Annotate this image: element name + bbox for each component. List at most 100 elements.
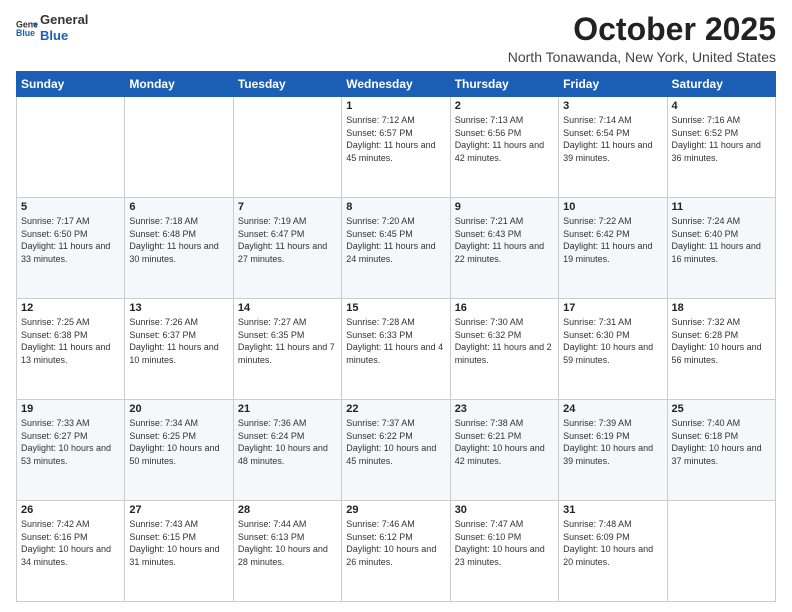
col-monday: Monday: [125, 72, 233, 97]
day-info: Sunrise: 7:24 AM Sunset: 6:40 PM Dayligh…: [672, 215, 771, 265]
day-info: Sunrise: 7:13 AM Sunset: 6:56 PM Dayligh…: [455, 114, 554, 164]
day-cell-3-7: 18 Sunrise: 7:32 AM Sunset: 6:28 PM Dayli…: [667, 299, 775, 400]
day-cell-2-7: 11 Sunrise: 7:24 AM Sunset: 6:40 PM Dayli…: [667, 198, 775, 299]
title-block: October 2025 North Tonawanda, New York, …: [508, 12, 776, 65]
day-info: Sunrise: 7:22 AM Sunset: 6:42 PM Dayligh…: [563, 215, 662, 265]
day-number: 28: [238, 504, 337, 516]
day-number: 25: [672, 403, 771, 415]
day-info: Sunrise: 7:30 AM Sunset: 6:32 PM Dayligh…: [455, 316, 554, 366]
day-cell-4-6: 24Sunrise: 7:39 AM Sunset: 6:19 PM Dayli…: [559, 400, 667, 501]
day-cell-1-5: 2Sunrise: 7:13 AM Sunset: 6:56 PM Daylig…: [450, 97, 558, 198]
col-friday: Friday: [559, 72, 667, 97]
day-number: 30: [455, 504, 554, 516]
week-row-4: 19Sunrise: 7:33 AM Sunset: 6:27 PM Dayli…: [17, 400, 776, 501]
week-row-1: 1 Sunrise: 7:12 AM Sunset: 6:57 PM Daylig…: [17, 97, 776, 198]
day-info: Sunrise: 7:17 AM Sunset: 6:50 PM Dayligh…: [21, 215, 120, 265]
day-cell-3-6: 17Sunrise: 7:31 AM Sunset: 6:30 PM Dayli…: [559, 299, 667, 400]
day-number: 17: [563, 302, 662, 314]
day-number: 22: [346, 403, 445, 415]
calendar: Sunday Monday Tuesday Wednesday Thursday…: [16, 71, 776, 602]
day-info: Sunrise: 7:36 AM Sunset: 6:24 PM Dayligh…: [238, 417, 337, 467]
day-cell-1-1: [17, 97, 125, 198]
day-cell-3-4: 15 Sunrise: 7:28 AM Sunset: 6:33 PM Dayli…: [342, 299, 450, 400]
col-thursday: Thursday: [450, 72, 558, 97]
day-cell-2-2: 6Sunrise: 7:18 AM Sunset: 6:48 PM Daylig…: [125, 198, 233, 299]
logo-general: General: [40, 12, 88, 28]
day-cell-5-3: 28Sunrise: 7:44 AM Sunset: 6:13 PM Dayli…: [233, 501, 341, 602]
location: North Tonawanda, New York, United States: [508, 49, 776, 65]
day-number: 8: [346, 201, 445, 213]
day-number: 31: [563, 504, 662, 516]
day-number: 18: [672, 302, 771, 314]
svg-text:Blue: Blue: [16, 28, 35, 38]
day-cell-2-6: 10Sunrise: 7:22 AM Sunset: 6:42 PM Dayli…: [559, 198, 667, 299]
day-cell-2-4: 8Sunrise: 7:20 AM Sunset: 6:45 PM Daylig…: [342, 198, 450, 299]
day-info: Sunrise: 7:16 AM Sunset: 6:52 PM Dayligh…: [672, 114, 771, 164]
day-info: Sunrise: 7:14 AM Sunset: 6:54 PM Dayligh…: [563, 114, 662, 164]
day-number: 26: [21, 504, 120, 516]
day-cell-4-7: 25Sunrise: 7:40 AM Sunset: 6:18 PM Dayli…: [667, 400, 775, 501]
day-cell-2-1: 5 Sunrise: 7:17 AM Sunset: 6:50 PM Daylig…: [17, 198, 125, 299]
day-number: 9: [455, 201, 554, 213]
week-row-2: 5 Sunrise: 7:17 AM Sunset: 6:50 PM Daylig…: [17, 198, 776, 299]
day-cell-2-3: 7 Sunrise: 7:19 AM Sunset: 6:47 PM Daylig…: [233, 198, 341, 299]
day-info: Sunrise: 7:47 AM Sunset: 6:10 PM Dayligh…: [455, 518, 554, 568]
day-cell-5-2: 27 Sunrise: 7:43 AM Sunset: 6:15 PM Dayli…: [125, 501, 233, 602]
day-info: Sunrise: 7:37 AM Sunset: 6:22 PM Dayligh…: [346, 417, 445, 467]
day-info: Sunrise: 7:42 AM Sunset: 6:16 PM Dayligh…: [21, 518, 120, 568]
page: General Blue General Blue October 2025 N…: [0, 0, 792, 612]
day-number: 21: [238, 403, 337, 415]
day-number: 1: [346, 100, 445, 112]
day-info: Sunrise: 7:38 AM Sunset: 6:21 PM Dayligh…: [455, 417, 554, 467]
day-number: 27: [129, 504, 228, 516]
day-number: 3: [563, 100, 662, 112]
day-info: Sunrise: 7:43 AM Sunset: 6:15 PM Dayligh…: [129, 518, 228, 568]
day-info: Sunrise: 7:19 AM Sunset: 6:47 PM Dayligh…: [238, 215, 337, 265]
col-wednesday: Wednesday: [342, 72, 450, 97]
day-info: Sunrise: 7:34 AM Sunset: 6:25 PM Dayligh…: [129, 417, 228, 467]
day-number: 4: [672, 100, 771, 112]
logo-icon: General Blue: [16, 17, 38, 39]
day-info: Sunrise: 7:18 AM Sunset: 6:48 PM Dayligh…: [129, 215, 228, 265]
day-number: 15: [346, 302, 445, 314]
day-info: Sunrise: 7:28 AM Sunset: 6:33 PM Dayligh…: [346, 316, 445, 366]
day-cell-1-2: [125, 97, 233, 198]
col-saturday: Saturday: [667, 72, 775, 97]
day-cell-3-5: 16Sunrise: 7:30 AM Sunset: 6:32 PM Dayli…: [450, 299, 558, 400]
month-title: October 2025: [508, 12, 776, 47]
day-info: Sunrise: 7:12 AM Sunset: 6:57 PM Dayligh…: [346, 114, 445, 164]
day-number: 11: [672, 201, 771, 213]
day-cell-1-4: 1 Sunrise: 7:12 AM Sunset: 6:57 PM Daylig…: [342, 97, 450, 198]
day-info: Sunrise: 7:33 AM Sunset: 6:27 PM Dayligh…: [21, 417, 120, 467]
day-cell-5-7: [667, 501, 775, 602]
day-cell-5-1: 26 Sunrise: 7:42 AM Sunset: 6:16 PM Dayli…: [17, 501, 125, 602]
day-cell-5-6: 31Sunrise: 7:48 AM Sunset: 6:09 PM Dayli…: [559, 501, 667, 602]
day-number: 5: [21, 201, 120, 213]
day-number: 29: [346, 504, 445, 516]
day-number: 12: [21, 302, 120, 314]
day-cell-3-3: 14Sunrise: 7:27 AM Sunset: 6:35 PM Dayli…: [233, 299, 341, 400]
col-tuesday: Tuesday: [233, 72, 341, 97]
day-number: 20: [129, 403, 228, 415]
day-cell-5-4: 29Sunrise: 7:46 AM Sunset: 6:12 PM Dayli…: [342, 501, 450, 602]
day-cell-3-2: 13Sunrise: 7:26 AM Sunset: 6:37 PM Dayli…: [125, 299, 233, 400]
day-info: Sunrise: 7:39 AM Sunset: 6:19 PM Dayligh…: [563, 417, 662, 467]
day-cell-4-2: 20 Sunrise: 7:34 AM Sunset: 6:25 PM Dayli…: [125, 400, 233, 501]
day-cell-2-5: 9Sunrise: 7:21 AM Sunset: 6:43 PM Daylig…: [450, 198, 558, 299]
day-cell-4-5: 23 Sunrise: 7:38 AM Sunset: 6:21 PM Dayli…: [450, 400, 558, 501]
day-info: Sunrise: 7:32 AM Sunset: 6:28 PM Dayligh…: [672, 316, 771, 366]
day-number: 23: [455, 403, 554, 415]
col-sunday: Sunday: [17, 72, 125, 97]
day-cell-4-3: 21 Sunrise: 7:36 AM Sunset: 6:24 PM Dayli…: [233, 400, 341, 501]
day-number: 7: [238, 201, 337, 213]
day-info: Sunrise: 7:26 AM Sunset: 6:37 PM Dayligh…: [129, 316, 228, 366]
day-cell-1-6: 3 Sunrise: 7:14 AM Sunset: 6:54 PM Daylig…: [559, 97, 667, 198]
day-cell-3-1: 12Sunrise: 7:25 AM Sunset: 6:38 PM Dayli…: [17, 299, 125, 400]
day-cell-1-7: 4 Sunrise: 7:16 AM Sunset: 6:52 PM Daylig…: [667, 97, 775, 198]
day-info: Sunrise: 7:27 AM Sunset: 6:35 PM Dayligh…: [238, 316, 337, 366]
day-cell-1-3: [233, 97, 341, 198]
day-cell-4-1: 19Sunrise: 7:33 AM Sunset: 6:27 PM Dayli…: [17, 400, 125, 501]
logo-blue: Blue: [40, 28, 88, 44]
week-row-3: 12Sunrise: 7:25 AM Sunset: 6:38 PM Dayli…: [17, 299, 776, 400]
header: General Blue General Blue October 2025 N…: [16, 12, 776, 65]
